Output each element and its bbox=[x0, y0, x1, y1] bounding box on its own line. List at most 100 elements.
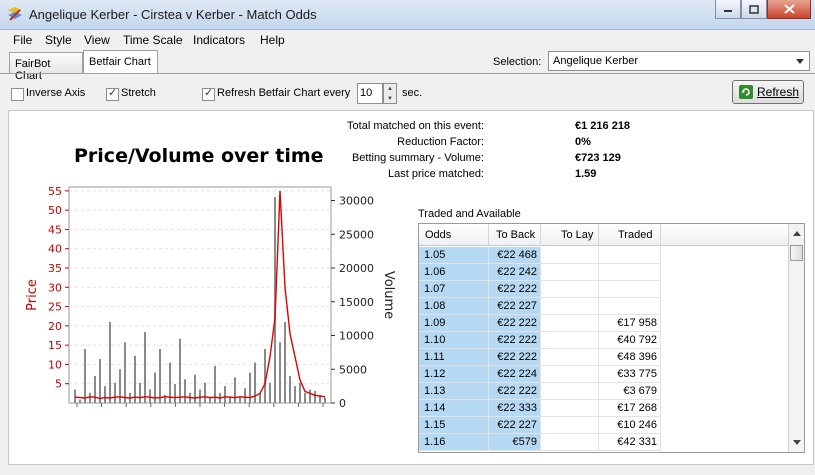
cell-traded: €40 792 bbox=[599, 332, 661, 349]
spin-up-icon[interactable]: ▲ bbox=[384, 84, 396, 94]
price-tick-label: 40 bbox=[48, 243, 62, 256]
menu-indicators[interactable]: Indicators bbox=[193, 33, 245, 47]
table-row[interactable]: 1.06 €22 242 bbox=[419, 264, 790, 281]
refresh-button[interactable]: Refresh bbox=[732, 80, 804, 104]
cell-traded: €42 331 bbox=[599, 434, 661, 451]
maximize-icon bbox=[749, 4, 759, 14]
close-button[interactable] bbox=[767, 0, 811, 19]
menu-time-scale[interactable]: Time Scale bbox=[123, 33, 183, 47]
summary-volume: Betting summary - Volume: €723 129 bbox=[352, 152, 709, 168]
cell-traded: €10 246 bbox=[599, 417, 661, 434]
stretch-label: Stretch bbox=[121, 87, 156, 99]
menu-style[interactable]: Style bbox=[45, 33, 72, 47]
volume-tick-label: 30000 bbox=[339, 195, 374, 208]
col-traded[interactable]: Traded bbox=[599, 224, 661, 246]
cell-odds: 1.05 bbox=[419, 247, 489, 264]
volume-axis-label: Volume bbox=[381, 271, 396, 319]
cell-traded: €48 396 bbox=[599, 349, 661, 366]
cell-odds: 1.11 bbox=[419, 349, 489, 366]
cell-to-back: €22 227 bbox=[489, 417, 541, 434]
table-row[interactable]: 1.16 €579 €42 331 bbox=[419, 434, 790, 451]
cell-odds: 1.07 bbox=[419, 281, 489, 298]
selection-label: Selection: bbox=[493, 56, 542, 68]
table-row[interactable]: 1.07 €22 222 bbox=[419, 281, 790, 298]
scroll-down-icon[interactable] bbox=[793, 440, 801, 445]
price-tick-label: 5 bbox=[55, 378, 62, 391]
summary-total-matched: Total matched on this event: €1 216 218 bbox=[347, 120, 709, 136]
menu-view[interactable]: View bbox=[84, 33, 110, 47]
selection-dropdown[interactable]: Angelique Kerber bbox=[548, 51, 810, 71]
inverse-axis-checkbox[interactable] bbox=[11, 88, 24, 101]
table-row[interactable]: 1.11 €22 222 €48 396 bbox=[419, 349, 790, 366]
col-to-back[interactable]: To Back bbox=[489, 224, 541, 246]
price-volume-chart: 5 10 15 20 25 30 35 40 45 50 55 0 5000 10000 15000 2000… bbox=[25, 185, 396, 410]
refresh-chart-label: Refresh Betfair Chart every bbox=[217, 87, 351, 99]
chart-toolbar: Inverse Axis Stretch Refresh Betfair Cha… bbox=[0, 74, 815, 110]
table-row[interactable]: 1.09 €22 222 €17 958 bbox=[419, 315, 790, 332]
summary-label: Last price matched: bbox=[388, 168, 484, 180]
cell-traded: €17 268 bbox=[599, 400, 661, 417]
seconds-label: sec. bbox=[402, 87, 423, 99]
volume-tick-label: 0 bbox=[339, 397, 346, 410]
stretch-checkbox[interactable] bbox=[106, 86, 119, 101]
maximize-button[interactable] bbox=[741, 0, 767, 19]
table-row[interactable]: 1.13 €22 222 €3 679 bbox=[419, 383, 790, 400]
cell-odds: 1.13 bbox=[419, 383, 489, 400]
table-row[interactable]: 1.15 €22 227 €10 246 bbox=[419, 417, 790, 434]
price-tick-label: 55 bbox=[48, 185, 62, 198]
refresh-interval-spinner[interactable]: ▲ ▼ bbox=[383, 83, 397, 104]
summary-label: Reduction Factor: bbox=[397, 136, 484, 148]
col-odds[interactable]: Odds bbox=[419, 224, 489, 246]
cell-traded: €3 679 bbox=[599, 383, 661, 400]
refresh-icon bbox=[739, 85, 753, 99]
table-row[interactable]: 1.05 €22 468 bbox=[419, 247, 790, 264]
col-to-lay[interactable]: To Lay bbox=[541, 224, 599, 246]
cell-to-back: €22 222 bbox=[489, 383, 541, 400]
cell-to-back: €22 222 bbox=[489, 332, 541, 349]
cell-to-lay bbox=[541, 349, 599, 366]
cell-to-lay bbox=[541, 281, 599, 298]
app-icon bbox=[8, 7, 22, 21]
cell-to-lay bbox=[541, 366, 599, 383]
summary-value: 1.59 bbox=[575, 168, 597, 180]
cell-to-back: €22 224 bbox=[489, 366, 541, 383]
refresh-chart-checkbox[interactable] bbox=[202, 86, 215, 101]
cell-to-back: €22 222 bbox=[489, 349, 541, 366]
plot-area bbox=[68, 186, 332, 404]
volume-tick-label: 10000 bbox=[339, 330, 374, 343]
table-scrollbar[interactable] bbox=[788, 224, 804, 452]
cell-odds: 1.10 bbox=[419, 332, 489, 349]
minimize-button[interactable] bbox=[715, 0, 741, 19]
spin-down-icon[interactable]: ▼ bbox=[384, 94, 396, 104]
refresh-button-label: Refresh bbox=[757, 85, 800, 99]
table-row[interactable]: 1.10 €22 222 €40 792 bbox=[419, 332, 790, 349]
volume-tick-label: 25000 bbox=[339, 228, 374, 241]
cell-odds: 1.15 bbox=[419, 417, 489, 434]
cell-to-lay bbox=[541, 434, 599, 451]
menu-help[interactable]: Help bbox=[260, 33, 285, 47]
cell-to-lay bbox=[541, 264, 599, 281]
title-bar: Angelique Kerber - Cirstea v Kerber - Ma… bbox=[0, 0, 815, 30]
summary-last-price: Last price matched: 1.59 bbox=[388, 168, 709, 184]
table-row[interactable]: 1.12 €22 224 €33 775 bbox=[419, 366, 790, 383]
scroll-up-icon[interactable] bbox=[793, 231, 801, 236]
price-tick-label: 15 bbox=[48, 339, 62, 352]
table-row[interactable]: 1.08 €22 227 bbox=[419, 298, 790, 315]
scroll-thumb[interactable] bbox=[790, 245, 803, 261]
cell-to-lay bbox=[541, 417, 599, 434]
inverse-axis-label: Inverse Axis bbox=[26, 87, 86, 99]
summary-value: €1 216 218 bbox=[575, 120, 631, 132]
tab-fairbot-chart[interactable]: FairBot Chart bbox=[9, 52, 83, 82]
volume-tick-label: 15000 bbox=[339, 296, 374, 309]
cell-to-back: €22 333 bbox=[489, 400, 541, 417]
cell-traded bbox=[599, 264, 661, 281]
cell-odds: 1.06 bbox=[419, 264, 489, 281]
cell-traded: €17 958 bbox=[599, 315, 661, 332]
refresh-interval-input[interactable]: 10 bbox=[357, 83, 383, 104]
tab-betfair-chart[interactable]: Betfair Chart bbox=[83, 50, 158, 74]
menu-bar: File Style View Time Scale Indicators He… bbox=[0, 30, 815, 50]
chart-content-panel: Price/Volume over time 5 10 15 20 25 30 35 40 45… bbox=[8, 110, 814, 465]
table-row[interactable]: 1.14 €22 333 €17 268 bbox=[419, 400, 790, 417]
menu-file[interactable]: File bbox=[13, 33, 32, 47]
summary-label: Betting summary - Volume: bbox=[351, 152, 484, 164]
